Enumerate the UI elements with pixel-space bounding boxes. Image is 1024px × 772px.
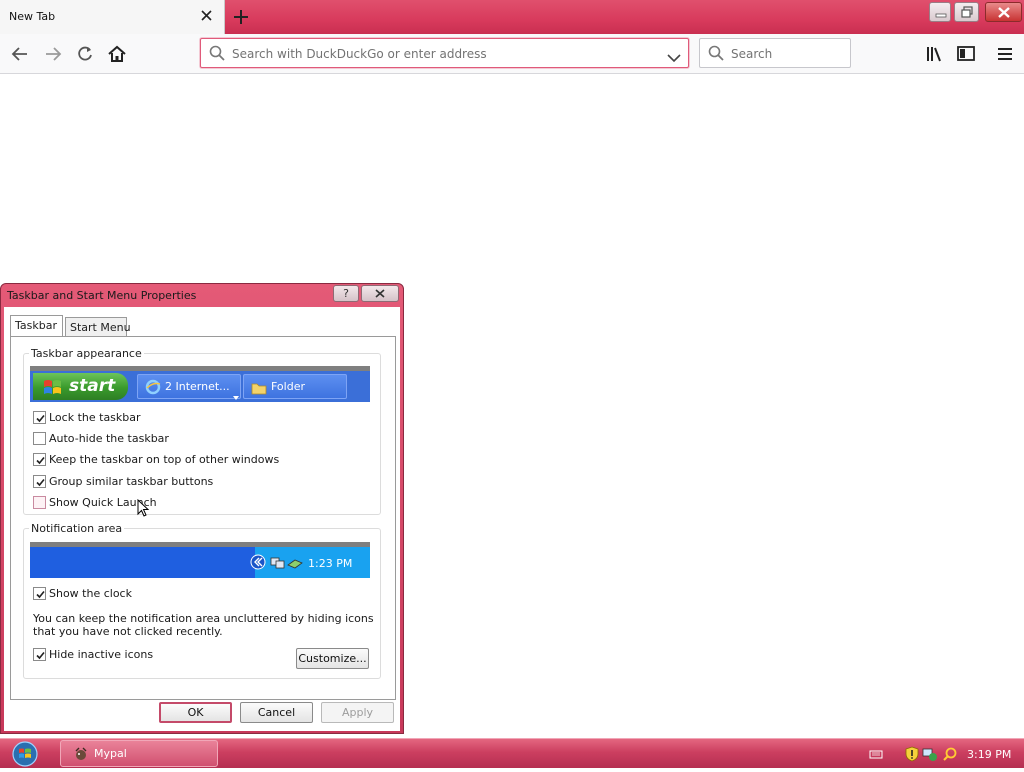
forward-arrow-icon[interactable] (42, 43, 64, 65)
auto-hide-label: Auto-hide the taskbar (49, 432, 169, 445)
hide-inactive-label: Hide inactive icons (49, 648, 154, 661)
search-tray-icon[interactable] (942, 746, 958, 762)
folder-icon (251, 380, 267, 399)
ok-button[interactable]: OK (159, 702, 232, 723)
browser-tab-strip: New Tab (0, 0, 1024, 34)
lock-taskbar-label: Lock the taskbar (49, 411, 141, 424)
windows-taskbar: Mypal 3:19 PM (0, 738, 1024, 768)
taskbar-app-mypal[interactable]: Mypal (60, 740, 218, 767)
group-similar-checkbox[interactable] (33, 475, 46, 488)
notification-description: You can keep the notification area unclu… (33, 612, 374, 638)
start-button-preview: start (33, 373, 128, 400)
network-tray-icon (270, 555, 286, 574)
preview-clock: 1:23 PM (308, 557, 353, 570)
notification-area-label: Notification area (29, 522, 125, 535)
taskbar-appearance-label: Taskbar appearance (29, 347, 144, 360)
tab-new-tab[interactable]: New Tab (0, 0, 225, 34)
network-status-icon[interactable] (922, 746, 938, 762)
security-shield-icon[interactable] (904, 746, 920, 762)
search-icon (708, 45, 724, 65)
tab-taskbar[interactable]: Taskbar (10, 315, 63, 337)
back-arrow-icon[interactable] (9, 43, 31, 65)
preview-task-internet: 2 Internet... (137, 374, 241, 400)
internet-explorer-icon (145, 379, 161, 399)
notification-preview-image: 1:23 PM (30, 542, 370, 578)
close-window-button[interactable] (985, 2, 1022, 22)
start-label: start (69, 376, 116, 396)
dialog-close-button[interactable] (361, 285, 399, 302)
dialog-title: Taskbar and Start Menu Properties (7, 289, 197, 302)
restore-button[interactable] (954, 2, 979, 22)
home-icon[interactable] (106, 43, 128, 65)
new-tab-plus-icon[interactable] (231, 7, 251, 27)
address-placeholder: Search with DuckDuckGo or enter address (232, 47, 487, 61)
taskbar-preview-image: start 2 Internet... Folder (30, 366, 370, 402)
preview-task-folder: Folder (243, 374, 347, 399)
chevron-down-icon[interactable] (667, 48, 681, 67)
windows-flag-icon (43, 378, 63, 400)
hide-inactive-checkbox[interactable] (33, 648, 46, 661)
minimize-button[interactable] (929, 2, 951, 22)
taskbar-app-label: Mypal (94, 747, 127, 760)
help-button[interactable]: ? (333, 285, 359, 302)
mypal-app-icon (73, 746, 89, 766)
keep-on-top-checkbox[interactable] (33, 453, 46, 466)
search-icon (209, 45, 225, 65)
preview-task-internet-label: 2 Internet... (165, 380, 230, 393)
lock-taskbar-checkbox[interactable] (33, 411, 46, 424)
group-similar-label: Group similar taskbar buttons (49, 475, 214, 488)
sidebar-toggle-icon[interactable] (955, 43, 977, 65)
close-tab-icon[interactable] (199, 8, 215, 24)
library-icon[interactable] (923, 43, 945, 65)
taskbar-clock[interactable]: 3:19 PM (967, 748, 1011, 761)
navigation-toolbar: Search with DuckDuckGo or enter address … (0, 34, 1024, 74)
keyboard-tray-icon[interactable] (868, 746, 884, 762)
auto-hide-checkbox[interactable] (33, 432, 46, 445)
expand-chevrons-icon (250, 554, 266, 574)
address-bar[interactable]: Search with DuckDuckGo or enter address (200, 38, 689, 68)
mouse-cursor-icon (137, 498, 150, 522)
device-tray-icon (287, 555, 303, 574)
cancel-button[interactable]: Cancel (240, 702, 313, 723)
menu-hamburger-icon[interactable] (994, 43, 1016, 65)
preview-task-folder-label: Folder (271, 380, 305, 393)
show-quick-launch-checkbox[interactable] (33, 496, 46, 509)
start-orb-icon[interactable] (6, 740, 44, 768)
tab-title: New Tab (9, 10, 56, 23)
apply-button[interactable]: Apply (321, 702, 394, 723)
show-clock-label: Show the clock (49, 587, 132, 600)
customize-button[interactable]: Customize... (296, 648, 369, 669)
keep-on-top-label: Keep the taskbar on top of other windows (49, 453, 280, 466)
search-bar[interactable]: Search (699, 38, 851, 68)
search-placeholder: Search (731, 47, 773, 61)
tab-start-menu[interactable]: Start Menu (65, 317, 131, 337)
show-clock-checkbox[interactable] (33, 587, 46, 600)
reload-icon[interactable] (74, 43, 96, 65)
dropdown-arrow-icon (233, 385, 239, 404)
